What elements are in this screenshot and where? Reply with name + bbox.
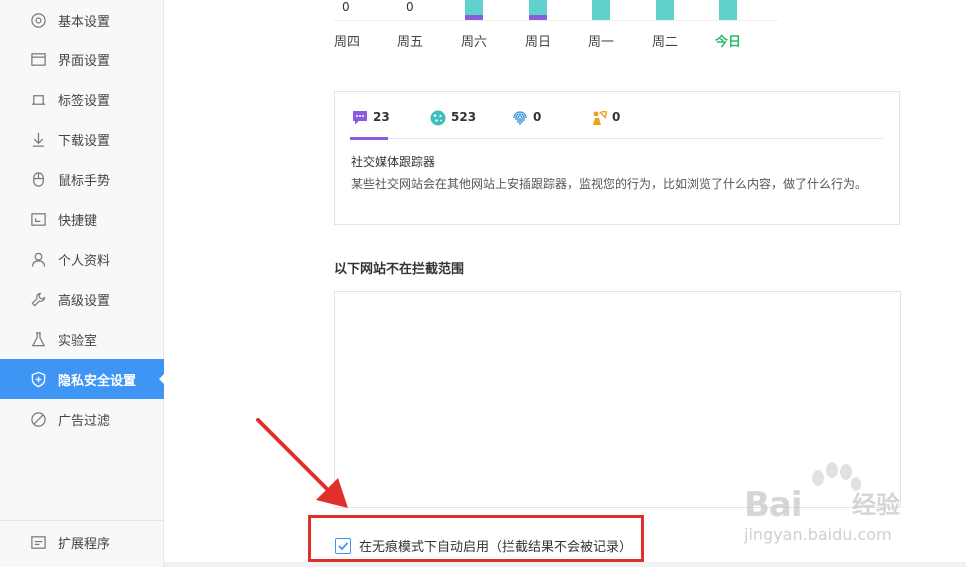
sidebar-item-label: 高级设置 xyxy=(58,293,111,309)
bar-value-label: 0 xyxy=(406,0,414,14)
sidebar-item-extensions[interactable]: 扩展程序 xyxy=(0,522,164,562)
sidebar-item-label: 广告过滤 xyxy=(58,413,111,429)
chart-bar-segment xyxy=(529,15,547,20)
sidebar-item-advanced[interactable]: 高级设置 xyxy=(0,279,164,319)
tab-count: 0 xyxy=(612,110,621,124)
sidebar-item-tabs[interactable]: 标签设置 xyxy=(0,79,164,119)
tab-icon xyxy=(30,91,47,108)
sidebar-item-privacy-security[interactable]: 隐私安全设置 xyxy=(0,359,165,399)
user-icon xyxy=(30,251,47,268)
chart-x-label: 周四 xyxy=(334,35,361,50)
sidebar-item-label: 基本设置 xyxy=(58,14,111,30)
watermark-brand-suffix: 经验 xyxy=(852,491,900,519)
tracker-title: 社交媒体跟踪器 xyxy=(351,155,436,169)
sidebar-item-lab[interactable]: 实验室 xyxy=(0,319,164,359)
tab-fingerprint[interactable]: 0 xyxy=(511,110,541,139)
mouse-icon xyxy=(30,171,47,188)
sidebar-item-label: 隐私安全设置 xyxy=(58,373,137,389)
fingerprint-icon xyxy=(513,111,527,125)
whitelist-title: 以下网站不在拦截范围 xyxy=(334,262,465,277)
tab-social-trackers[interactable]: 23 xyxy=(350,110,390,140)
sidebar-item-profile[interactable]: 个人资料 xyxy=(0,239,164,279)
watermark-brand: Bai xyxy=(744,485,803,525)
sidebar-item-label: 快捷键 xyxy=(58,213,98,229)
sidebar-item-mouse-gesture[interactable]: 鼠标手势 xyxy=(0,159,164,199)
shield-icon xyxy=(30,371,47,388)
sidebar-item-shortcuts[interactable]: 快捷键 xyxy=(0,199,164,239)
settings-page: 基本设置 界面设置 标签设置 下载设置 鼠标手势 快捷键 个人资料 高级设置 实… xyxy=(0,0,966,567)
cookie-icon xyxy=(430,110,446,126)
sidebar-item-label: 实验室 xyxy=(58,333,98,349)
watermark-url: jingyan.baidu.com xyxy=(744,525,892,544)
sidebar-item-label: 下载设置 xyxy=(58,133,111,149)
sidebar-item-label: 标签设置 xyxy=(58,93,111,109)
flask-icon xyxy=(30,331,47,348)
shortcut-icon xyxy=(30,211,47,228)
tab-count: 23 xyxy=(373,110,390,124)
settings-sidebar: 基本设置 界面设置 标签设置 下载设置 鼠标手势 快捷键 个人资料 高级设置 实… xyxy=(0,0,165,567)
sidebar-divider xyxy=(0,520,164,521)
window-icon xyxy=(30,51,47,68)
sidebar-item-interface[interactable]: 界面设置 xyxy=(0,39,164,79)
chat-bubble-icon xyxy=(353,111,367,125)
chart-bar-today xyxy=(719,0,737,20)
block-icon xyxy=(30,411,47,428)
tracker-tabs: 23 523 0 0 xyxy=(350,110,883,140)
annotation-highlight-box xyxy=(308,515,644,562)
sidebar-item-basic[interactable]: 基本设置 xyxy=(0,0,164,40)
tracker-description: 某些社交网站会在其他网站上安插跟踪器，监视您的行为，比如浏览了什么内容，做了什么… xyxy=(351,177,868,191)
tab-count: 0 xyxy=(533,110,542,124)
bottom-divider xyxy=(164,562,966,567)
gear-icon xyxy=(30,12,47,29)
sidebar-item-download[interactable]: 下载设置 xyxy=(0,119,164,159)
annotation-arrow-icon xyxy=(256,418,348,508)
chart-bar-tue xyxy=(656,0,674,20)
chart-x-label: 周六 xyxy=(461,35,488,50)
chart-bar-sun xyxy=(529,0,547,20)
chart-bar-segment xyxy=(465,15,483,20)
chart-baseline xyxy=(334,20,778,21)
chart-x-label: 周日 xyxy=(525,35,552,50)
chart-x-label: 周五 xyxy=(397,35,424,50)
sidebar-item-label: 界面设置 xyxy=(58,53,111,69)
tab-count: 523 xyxy=(451,110,477,124)
sidebar-item-label: 鼠标手势 xyxy=(58,173,111,189)
sidebar-item-label: 个人资料 xyxy=(58,253,111,269)
download-icon xyxy=(30,131,47,148)
chart-bar-sat xyxy=(465,0,483,20)
sidebar-item-ad-filter[interactable]: 广告过滤 xyxy=(0,399,164,439)
chart-x-label-today: 今日 xyxy=(715,35,742,50)
sidebar-item-label: 扩展程序 xyxy=(58,536,111,552)
chart-bar-mon xyxy=(592,0,610,20)
chart-x-label: 周二 xyxy=(652,35,679,50)
tab-cookies[interactable]: 523 xyxy=(429,110,476,139)
miner-icon xyxy=(593,110,608,125)
extension-icon xyxy=(30,534,47,551)
chart-x-label: 周一 xyxy=(588,35,615,50)
wrench-icon xyxy=(30,291,47,308)
tab-crypto-miner[interactable]: 0 xyxy=(590,110,620,139)
bar-value-label: 0 xyxy=(342,0,350,14)
weekly-block-chart: 0 0 周四 周五 周六 周日 周一 周二 今日 xyxy=(330,0,790,60)
tracker-card: 23 523 0 0 社交媒体跟踪器 某些社交网站会在其他网站上安插跟踪器，监视… xyxy=(334,91,900,225)
